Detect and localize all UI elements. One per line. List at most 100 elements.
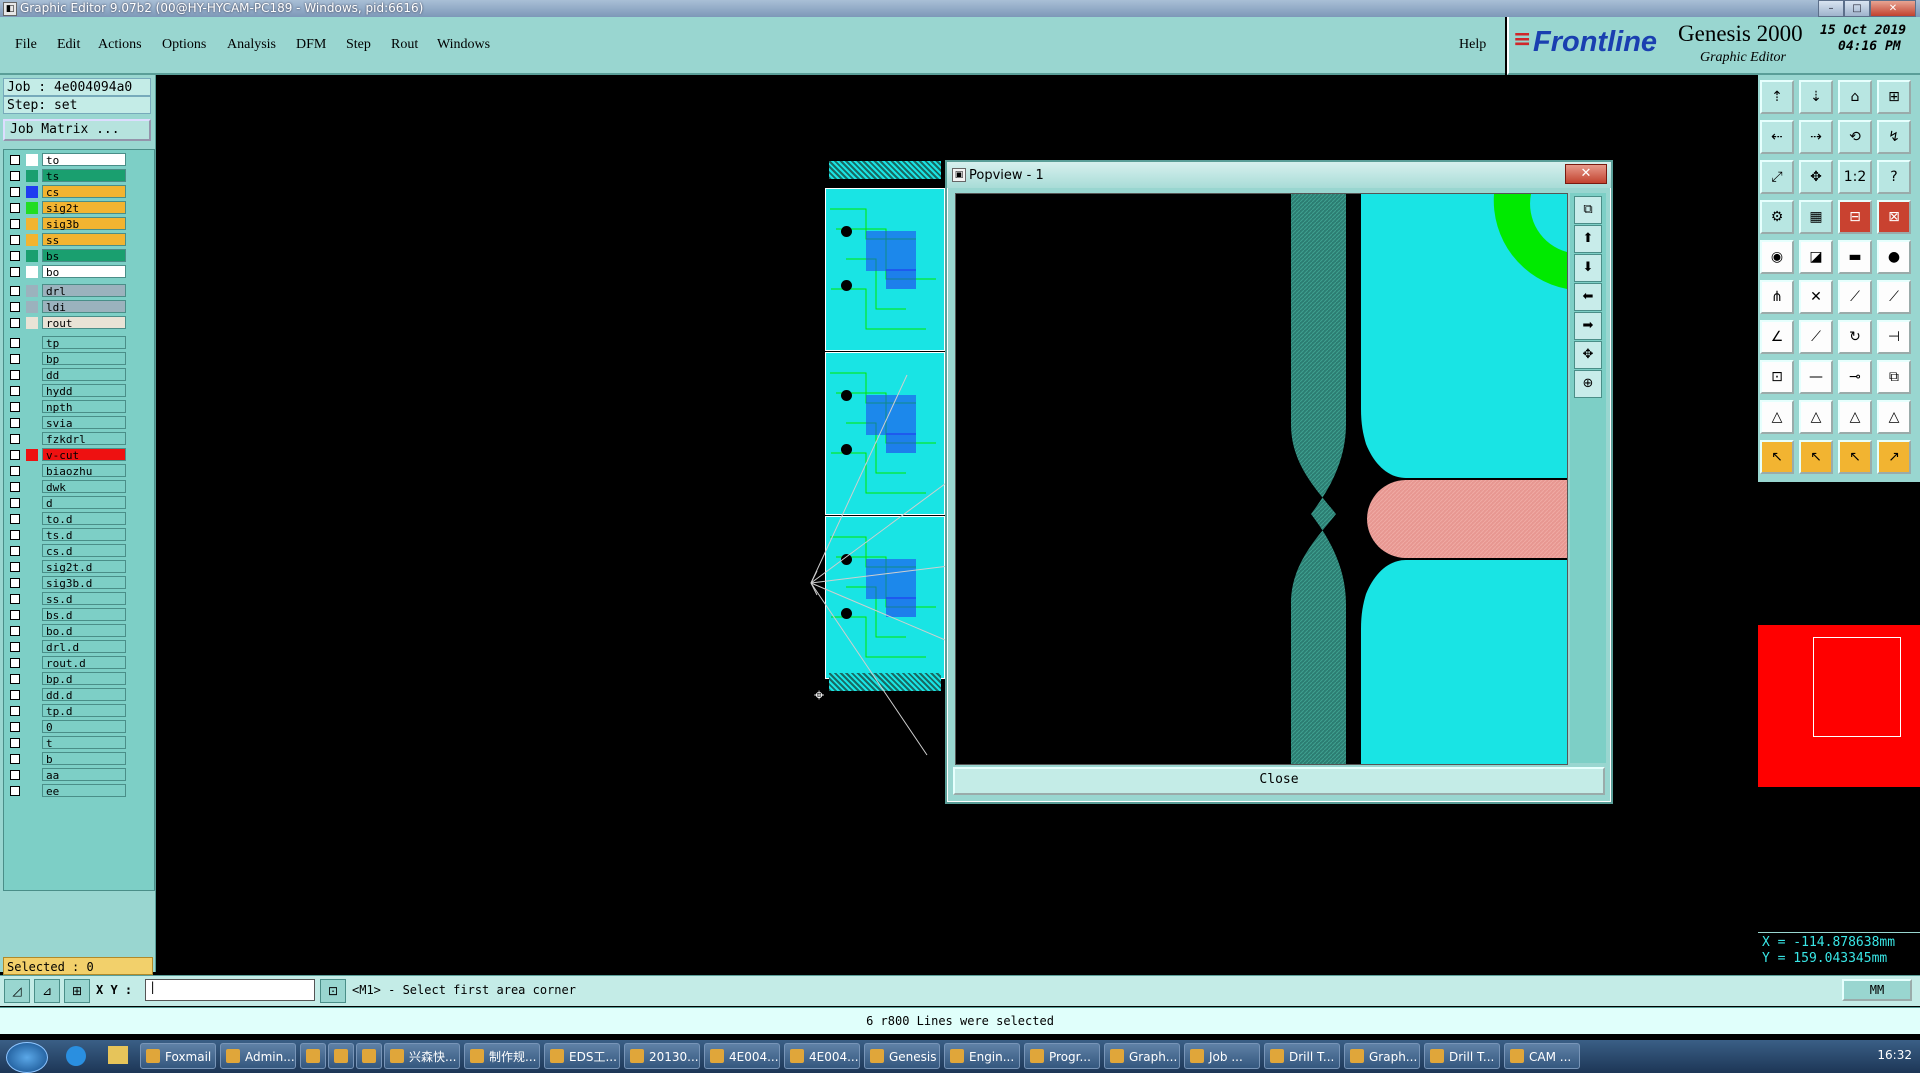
layer-name[interactable]: v-cut: [42, 448, 126, 462]
maximize-button[interactable]: □: [1844, 0, 1870, 17]
draw-mode-icon[interactable]: ◿: [4, 979, 30, 1003]
layer-color-swatch[interactable]: [26, 513, 38, 525]
layer-color-swatch[interactable]: [26, 401, 38, 413]
layer-name[interactable]: bo: [42, 265, 126, 279]
taskbar-item[interactable]: [328, 1043, 354, 1069]
dash-icon[interactable]: —: [1799, 360, 1833, 394]
triangle-b-icon[interactable]: △: [1799, 400, 1833, 434]
layer-color-swatch[interactable]: [26, 465, 38, 477]
xy-input[interactable]: |: [145, 979, 315, 1001]
layer-checkbox[interactable]: [10, 171, 20, 181]
layer-color-swatch[interactable]: [26, 285, 38, 297]
minimap[interactable]: [1758, 482, 1920, 932]
layer-name[interactable]: bp: [42, 352, 126, 366]
taskbar-item[interactable]: EDS工...: [544, 1043, 620, 1069]
layer-checkbox[interactable]: [10, 770, 20, 780]
layer-color-swatch[interactable]: [26, 641, 38, 653]
layer-row-svia[interactable]: svia: [4, 416, 128, 430]
layer-name[interactable]: bo.d: [42, 624, 126, 638]
layer-color-swatch[interactable]: [26, 317, 38, 329]
layer-checkbox[interactable]: [10, 370, 20, 380]
layer-name[interactable]: bp.d: [42, 672, 126, 686]
layer-name[interactable]: npth: [42, 400, 126, 414]
grid-icon[interactable]: ▦: [1799, 200, 1833, 234]
move-up-icon[interactable]: ⇡: [1760, 80, 1794, 114]
measure-mode-icon[interactable]: ⊿: [34, 979, 60, 1003]
menu-analysis[interactable]: Analysis: [227, 37, 276, 53]
layer-row-ts[interactable]: ts: [4, 169, 128, 183]
triangle-c-icon[interactable]: △: [1838, 400, 1872, 434]
layer-checkbox[interactable]: [10, 235, 20, 245]
layer-row-sig2t[interactable]: sig2t: [4, 201, 128, 215]
taskbar-item[interactable]: Foxmail: [140, 1043, 216, 1069]
layer-checkbox[interactable]: [10, 203, 20, 213]
ie-icon[interactable]: [66, 1046, 86, 1066]
layer-row-to-d[interactable]: to.d: [4, 512, 128, 526]
layer-name[interactable]: ee: [42, 784, 126, 798]
zoom-out-icon[interactable]: ⊕: [1574, 370, 1602, 398]
layer-color-swatch[interactable]: [26, 417, 38, 429]
popview-zoom-view[interactable]: [955, 193, 1568, 765]
route-alt-icon[interactable]: ⟋: [1877, 280, 1911, 314]
zoom-in-icon[interactable]: ✥: [1574, 341, 1602, 369]
move-down-icon[interactable]: ⇣: [1799, 80, 1833, 114]
layer-color-swatch[interactable]: [26, 577, 38, 589]
layer-row-cs[interactable]: cs: [4, 185, 128, 199]
layer-color-swatch[interactable]: [26, 337, 38, 349]
taskbar-item[interactable]: Admin...: [220, 1043, 296, 1069]
layer-name[interactable]: sig3b: [42, 217, 126, 231]
layer-name[interactable]: sig2t.d: [42, 560, 126, 574]
layer-name[interactable]: bs: [42, 249, 126, 263]
add-pad-icon[interactable]: ◉: [1760, 240, 1794, 274]
popview-close-x-button[interactable]: ✕: [1565, 164, 1607, 184]
taskbar-item[interactable]: Drill T...: [1264, 1043, 1340, 1069]
pan-right-icon[interactable]: ➡: [1574, 312, 1602, 340]
menu-edit[interactable]: Edit: [57, 37, 80, 53]
layer-name[interactable]: tp: [42, 336, 126, 350]
taskbar-item[interactable]: Engin...: [944, 1043, 1020, 1069]
layer-checkbox[interactable]: [10, 498, 20, 508]
layer-row-bo-d[interactable]: bo.d: [4, 624, 128, 638]
layer-row-dd[interactable]: dd: [4, 368, 128, 382]
add-line-icon[interactable]: ▬: [1838, 240, 1872, 274]
layer-name[interactable]: fzkdrl: [42, 432, 126, 446]
layer-row-npth[interactable]: npth: [4, 400, 128, 414]
taskbar-item[interactable]: CAM ...: [1504, 1043, 1580, 1069]
layer-color-swatch[interactable]: [26, 673, 38, 685]
layer-row-ss[interactable]: ss: [4, 233, 128, 247]
taskbar-item[interactable]: Drill T...: [1424, 1043, 1500, 1069]
layer-checkbox[interactable]: [10, 466, 20, 476]
explorer-icon[interactable]: [108, 1046, 128, 1064]
layer-color-swatch[interactable]: [26, 609, 38, 621]
layer-checkbox[interactable]: [10, 674, 20, 684]
add-surface-icon[interactable]: ◪: [1799, 240, 1833, 274]
layer-name[interactable]: svia: [42, 416, 126, 430]
layer-checkbox[interactable]: [10, 626, 20, 636]
layer-checkbox[interactable]: [10, 286, 20, 296]
cross-icon[interactable]: ✕: [1799, 280, 1833, 314]
copy-icon[interactable]: ⧉: [1877, 360, 1911, 394]
layer-checkbox[interactable]: [10, 482, 20, 492]
layer-checkbox[interactable]: [10, 530, 20, 540]
layer-checkbox[interactable]: [10, 155, 20, 165]
pan-up-icon[interactable]: ⬆: [1574, 225, 1602, 253]
layer-color-swatch[interactable]: [26, 785, 38, 797]
layer-row-drl[interactable]: drl: [4, 284, 128, 298]
layer-row-rout[interactable]: rout: [4, 316, 128, 330]
layer-color-swatch[interactable]: [26, 497, 38, 509]
taskbar-item[interactable]: 20130...: [624, 1043, 700, 1069]
layer-color-swatch[interactable]: [26, 186, 38, 198]
fit-screen-icon[interactable]: ⤢: [1760, 160, 1794, 194]
taskbar-item[interactable]: 制作规...: [464, 1043, 540, 1069]
snap-grid-icon[interactable]: ⊠: [1877, 200, 1911, 234]
layer-checkbox[interactable]: [10, 578, 20, 588]
layer-row-0[interactable]: 0: [4, 720, 128, 734]
layer-checkbox[interactable]: [10, 722, 20, 732]
split-view-icon[interactable]: ⊞: [1877, 80, 1911, 114]
layer-checkbox[interactable]: [10, 594, 20, 604]
layer-checkbox[interactable]: [10, 302, 20, 312]
layer-row-ss-d[interactable]: ss.d: [4, 592, 128, 606]
triangle-d-icon[interactable]: △: [1877, 400, 1911, 434]
layer-row-dwk[interactable]: dwk: [4, 480, 128, 494]
layer-row-to[interactable]: to: [4, 153, 128, 167]
